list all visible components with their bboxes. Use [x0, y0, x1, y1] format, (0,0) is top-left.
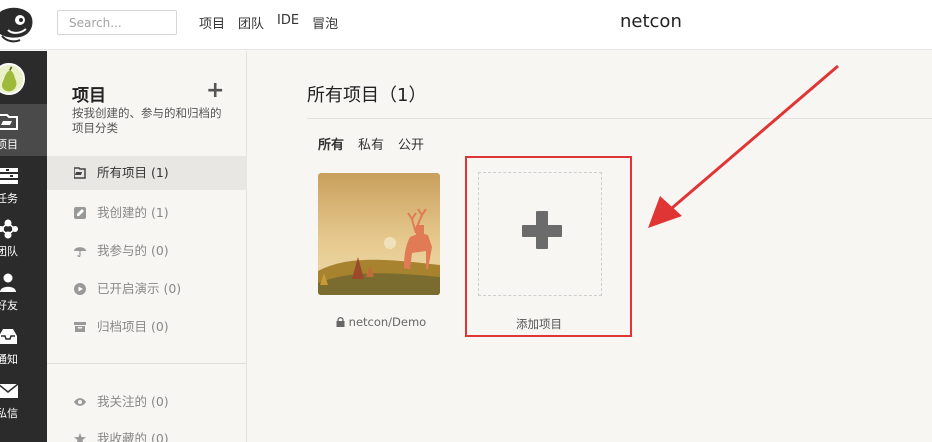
arrow-shaft [664, 64, 839, 216]
umbrella-icon [74, 247, 86, 257]
sidebar-item-label: 我收藏的 (0) [97, 431, 169, 442]
project-name-label: netcon/Demo [348, 315, 427, 329]
sidebar-description: 按我创建的、参与的和归档的项目分类 [72, 106, 222, 135]
sidebar-item-label: 我关注的 (0) [97, 394, 169, 409]
tab-all[interactable]: 所有 [318, 134, 344, 153]
mail-icon [0, 383, 19, 398]
top-bar: 项目 团队 IDE 冒泡 netcon [0, 0, 932, 50]
rail-item-label: 任务 [0, 192, 18, 205]
main-divider [307, 118, 932, 119]
tasks-icon [0, 168, 18, 184]
friend-icon [0, 273, 16, 292]
sidebar-item-watched[interactable]: 我关注的 (0) [47, 385, 247, 419]
sidebar-item-label: 归档项目 (0) [97, 319, 169, 334]
sidebar-item-label: 我创建的 (1) [97, 205, 169, 220]
rail-item-projects[interactable]: 项目 [0, 104, 47, 156]
sidebar-item-label: 已开启演示 (0) [97, 281, 182, 296]
tab-public[interactable]: 公开 [398, 134, 424, 153]
top-nav: 项目 团队 IDE 冒泡 [199, 13, 338, 32]
eye-icon [74, 398, 86, 406]
sidebar-item-starred[interactable]: 我收藏的 (0) [47, 422, 247, 442]
lock-icon [336, 317, 345, 327]
main-title: 所有项目（1） [307, 85, 427, 106]
sidebar-item-label: 所有项目 (1) [97, 165, 169, 180]
rail-item-label: 私信 [0, 407, 18, 420]
sidebar-item-demo[interactable]: 已开启演示 (0) [47, 272, 247, 306]
project-card-thumbnail[interactable] [318, 173, 440, 295]
project-filter-tabs: 所有 私有 公开 [318, 134, 424, 153]
top-nav-ide[interactable]: IDE [277, 13, 299, 32]
left-rail: 项目 任务 团队 好友 通知 私信 [0, 51, 47, 442]
rail-item-label: 好友 [0, 299, 18, 312]
deer-landscape-image [318, 173, 440, 295]
add-project-plus-button[interactable]: + [206, 78, 224, 103]
inbox-icon [0, 329, 17, 344]
project-sidebar: 项目 + 按我创建的、参与的和归档的项目分类 所有项目 (1) 我创建的 (1)… [47, 51, 247, 442]
plus-icon [522, 211, 562, 249]
team-icon [0, 219, 18, 239]
project-name[interactable]: netcon/Demo [336, 315, 426, 329]
tab-private[interactable]: 私有 [358, 134, 384, 153]
archive-icon [74, 322, 86, 332]
rail-item-notifications[interactable]: 通知 [0, 319, 47, 371]
pear-avatar-icon [0, 65, 23, 93]
arrow-head [648, 196, 682, 228]
sidebar-item-label: 我参与的 (0) [97, 243, 169, 258]
search-input[interactable] [57, 10, 177, 35]
sidebar-title: 项目 [72, 86, 106, 106]
avatar[interactable] [0, 63, 25, 95]
folder-icon [74, 167, 86, 179]
rail-item-messages[interactable]: 私信 [0, 373, 47, 425]
edit-icon [74, 207, 86, 219]
sidebar-divider [47, 363, 247, 364]
add-project-label[interactable]: 添加项目 [516, 316, 562, 332]
sidebar-item-joined[interactable]: 我参与的 (0) [47, 234, 247, 268]
rail-item-friends[interactable]: 好友 [0, 265, 47, 317]
top-nav-projects[interactable]: 项目 [199, 13, 225, 32]
add-project-tile[interactable] [478, 172, 602, 296]
top-nav-team[interactable]: 团队 [238, 13, 264, 32]
logo-icon[interactable] [0, 6, 34, 44]
top-nav-bubble[interactable]: 冒泡 [312, 13, 338, 32]
play-icon [74, 283, 86, 295]
sidebar-item-archived[interactable]: 归档项目 (0) [47, 310, 247, 344]
rail-item-label: 项目 [0, 138, 18, 151]
rail-item-team[interactable]: 团队 [0, 211, 47, 263]
sidebar-item-all-projects[interactable]: 所有项目 (1) [47, 156, 247, 190]
rail-item-label: 通知 [0, 353, 18, 366]
folder-icon [0, 114, 18, 130]
sidebar-item-created[interactable]: 我创建的 (1) [47, 196, 247, 230]
star-icon [74, 433, 86, 442]
rail-item-label: 团队 [0, 245, 18, 258]
page-title: netcon [620, 11, 682, 32]
rail-item-tasks[interactable]: 任务 [0, 158, 47, 210]
